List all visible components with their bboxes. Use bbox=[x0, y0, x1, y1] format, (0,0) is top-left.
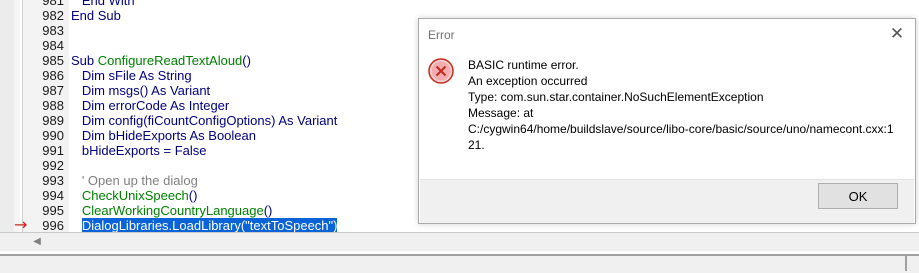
code-token: () bbox=[188, 188, 198, 203]
code-token: () bbox=[242, 53, 251, 68]
line-number: 992 bbox=[42, 158, 64, 173]
code-token: () bbox=[263, 203, 273, 218]
error-icon bbox=[428, 58, 454, 84]
code-line[interactable]: Dim msgs() As Variant bbox=[71, 83, 210, 98]
line-number: 991 bbox=[42, 143, 64, 158]
code-token: Dim config(fiCountConfigOptions) As Vari… bbox=[71, 113, 338, 128]
code-line[interactable]: DialogLibraries.LoadLibrary("textToSpeec… bbox=[71, 218, 338, 233]
line-number: 989 bbox=[42, 113, 64, 128]
code-token: End With bbox=[71, 0, 135, 8]
scroll-left-icon[interactable]: ◀ bbox=[30, 235, 44, 249]
gutter-stripe bbox=[14, 0, 20, 232]
line-number: 990 bbox=[42, 128, 64, 143]
code-line[interactable]: End With bbox=[71, 0, 135, 8]
code-line[interactable]: CheckUnixSpeech() bbox=[71, 188, 198, 203]
code-token: Dim sFile As String bbox=[71, 68, 192, 83]
code-line[interactable]: ' Open up the dialog bbox=[71, 173, 198, 188]
code-token: Dim msgs() As Variant bbox=[71, 83, 211, 98]
code-token: CheckUnixSpeech bbox=[81, 188, 189, 203]
code-line[interactable]: Dim sFile As String bbox=[71, 68, 192, 83]
message-line: Message: at bbox=[468, 106, 534, 120]
code-token: ConfigureReadTextAloud bbox=[97, 53, 243, 68]
line-number: 985 bbox=[42, 53, 64, 68]
line-number: 981 bbox=[42, 0, 64, 8]
line-number: 993 bbox=[42, 173, 64, 188]
ok-button[interactable]: OK bbox=[818, 183, 898, 209]
line-number: 994 bbox=[42, 188, 64, 203]
code-line[interactable]: End Sub bbox=[71, 8, 121, 23]
line-number: 986 bbox=[42, 68, 64, 83]
line-number: 983 bbox=[42, 23, 64, 38]
dialog-footer: OK bbox=[420, 179, 914, 223]
code-line[interactable]: Dim bHideExports As Boolean bbox=[71, 128, 256, 143]
line-number: 982 bbox=[42, 8, 64, 23]
code-token: Dim errorCode As Integer bbox=[71, 98, 230, 113]
current-line-arrow-icon: → bbox=[14, 215, 28, 234]
code-line[interactable]: Sub ConfigureReadTextAloud() bbox=[71, 53, 251, 68]
line-number: 988 bbox=[42, 98, 64, 113]
code-token: End Sub bbox=[71, 8, 121, 23]
close-icon[interactable]: ✕ bbox=[889, 24, 905, 44]
line-number: 984 bbox=[42, 38, 64, 53]
error-message: BASIC runtime error. An exception occurre… bbox=[468, 57, 908, 153]
code-token: ' Open up the dialog bbox=[71, 173, 198, 188]
bottom-panel-divider[interactable] bbox=[0, 254, 919, 273]
code-line[interactable]: Dim errorCode As Integer bbox=[71, 98, 229, 113]
breakpoint-gutter[interactable] bbox=[0, 0, 15, 232]
code-token: ClearWorkingCountryLanguage bbox=[81, 203, 264, 218]
dialog-body: BASIC runtime error. An exception occurre… bbox=[420, 51, 914, 179]
panel-corner-divider bbox=[905, 254, 907, 271]
line-number: 995 bbox=[42, 203, 64, 218]
message-line: BASIC runtime error. bbox=[468, 58, 579, 72]
code-line[interactable]: bHideExports = False bbox=[71, 143, 207, 158]
horizontal-scrollbar[interactable]: ◀ bbox=[0, 232, 919, 251]
message-line: 21. bbox=[468, 138, 485, 152]
code-token: Sub bbox=[71, 53, 98, 68]
message-line: Type: com.sun.star.container.NoSuchEleme… bbox=[468, 90, 764, 104]
code-line[interactable]: ClearWorkingCountryLanguage() bbox=[71, 203, 273, 218]
selected-code: DialogLibraries.LoadLibrary("textToSpeec… bbox=[81, 218, 338, 233]
code-line[interactable]: Dim config(fiCountConfigOptions) As Vari… bbox=[71, 113, 338, 128]
code-token: bHideExports = False bbox=[71, 143, 207, 158]
message-line: An exception occurred bbox=[468, 74, 588, 88]
code-token: Dim bHideExports As Boolean bbox=[71, 128, 256, 143]
error-dialog: Error ✕ BASIC runtime error. An exception… bbox=[418, 18, 916, 224]
line-number: 987 bbox=[42, 83, 64, 98]
message-line: C:/cygwin64/home/buildslave/source/libo-… bbox=[468, 122, 894, 136]
dialog-title: Error bbox=[428, 28, 455, 42]
